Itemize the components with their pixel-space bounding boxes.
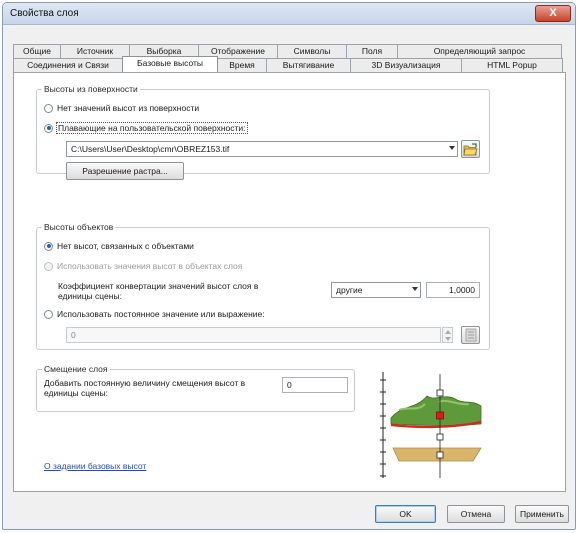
layer-offset-input[interactable]: 0: [282, 377, 348, 393]
cancel-button[interactable]: Отмена: [447, 505, 505, 523]
guide-node-bottom: [436, 451, 444, 459]
tab-row-2: Соединения и Связи Базовые высоты Время …: [13, 56, 563, 72]
spin-up-icon[interactable]: [445, 330, 451, 334]
layer-offset-label: Добавить постоянную величину смещения вы…: [44, 378, 246, 398]
height-marker: [436, 411, 444, 420]
conversion-factor-label: Коэффициент конвертации значений высот с…: [58, 281, 259, 301]
tab-row-1: Общие Источник Выборка Отображение Симво…: [13, 44, 562, 58]
close-button[interactable]: X: [535, 5, 571, 22]
expression-input[interactable]: 0: [66, 327, 441, 343]
radio-use-feature-values-label: Использовать значения высот в объектах с…: [57, 261, 243, 271]
window-title: Свойства слоя: [10, 8, 79, 19]
radio-use-expression-circle[interactable]: [44, 309, 53, 319]
radio-floating-surface-label: Плавающие на пользовательской поверхност…: [56, 122, 248, 134]
folder-open-icon: [463, 143, 478, 156]
tab-extrusion[interactable]: Вытягивание: [266, 58, 351, 72]
radio-floating-surface-circle[interactable]: [44, 123, 53, 133]
title-bar: Свойства слоя X: [3, 3, 575, 25]
tab-general[interactable]: Общие: [13, 44, 61, 58]
browse-surface-button[interactable]: [461, 140, 480, 158]
surface-path-select[interactable]: C:\Users\User\Desktop\cmr\OBREZ153.tif: [66, 141, 458, 157]
spin-down-icon[interactable]: [445, 337, 451, 341]
radio-no-feature-heights-circle[interactable]: [44, 241, 53, 251]
calculator-icon: [465, 328, 476, 342]
tab-fields[interactable]: Поля: [346, 44, 398, 58]
illustration-background: [369, 366, 484, 486]
radio-no-feature-heights-label: Нет высот, связанных с объектами: [57, 241, 194, 251]
radio-use-expression[interactable]: Использовать постоянное значение или выр…: [44, 309, 265, 319]
layer-offset-legend: Смещение слоя: [42, 364, 110, 374]
guide-node-top: [436, 389, 444, 397]
radio-use-feature-values-circle[interactable]: [44, 261, 53, 271]
units-select-value: другие: [336, 285, 363, 295]
surface-path-value: C:\Users\User\Desktop\cmr\OBREZ153.tif: [71, 144, 230, 154]
radio-use-expression-label: Использовать постоянное значение или выр…: [57, 309, 265, 319]
expression-builder-button[interactable]: [461, 326, 480, 344]
tab-html-popup[interactable]: HTML Popup: [461, 58, 563, 72]
radio-no-surface-circle[interactable]: [44, 103, 53, 113]
dialog-body: Общие Источник Выборка Отображение Симво…: [7, 27, 572, 527]
tab-definition-query[interactable]: Определяющий запрос: [397, 44, 562, 58]
tab-3d-rendering[interactable]: 3D Визуализация: [350, 58, 462, 72]
layer-properties-window: Свойства слоя X Общие Источник Выборка О…: [2, 2, 576, 530]
tab-symbology[interactable]: Символы: [277, 44, 347, 58]
tab-time[interactable]: Время: [217, 58, 267, 72]
tab-base-heights[interactable]: Базовые высоты: [122, 56, 218, 72]
chevron-down-icon: [449, 146, 455, 150]
guide-node-mid: [436, 433, 444, 441]
chevron-down-icon: [412, 287, 418, 291]
base-heights-help-link[interactable]: О задании базовых высот: [44, 461, 146, 471]
apply-button[interactable]: Применить: [515, 505, 569, 523]
tab-joins-relates[interactable]: Соединения и Связи: [13, 58, 123, 72]
feature-heights-legend: Высоты объектов: [42, 222, 116, 232]
radio-no-feature-heights[interactable]: Нет высот, связанных с объектами: [44, 241, 194, 251]
units-select[interactable]: другие: [331, 282, 421, 298]
radio-no-surface-label: Нет значений высот из поверхности: [57, 103, 200, 113]
surface-heights-legend: Высоты из поверхности: [42, 84, 140, 94]
ok-button[interactable]: OK: [375, 505, 436, 523]
conversion-factor-input[interactable]: 1,0000: [426, 282, 480, 298]
raster-resolution-button[interactable]: Разрешение растра...: [66, 162, 184, 180]
radio-no-surface[interactable]: Нет значений высот из поверхности: [44, 103, 199, 113]
expression-spinner[interactable]: [442, 327, 453, 343]
base-heights-illustration: [369, 366, 484, 486]
tab-source[interactable]: Источник: [60, 44, 130, 58]
radio-floating-surface[interactable]: Плавающие на пользовательской поверхност…: [44, 122, 248, 134]
base-heights-panel: Высоты из поверхности Нет значений высот…: [13, 72, 566, 492]
radio-use-feature-values[interactable]: Использовать значения высот в объектах с…: [44, 261, 242, 271]
